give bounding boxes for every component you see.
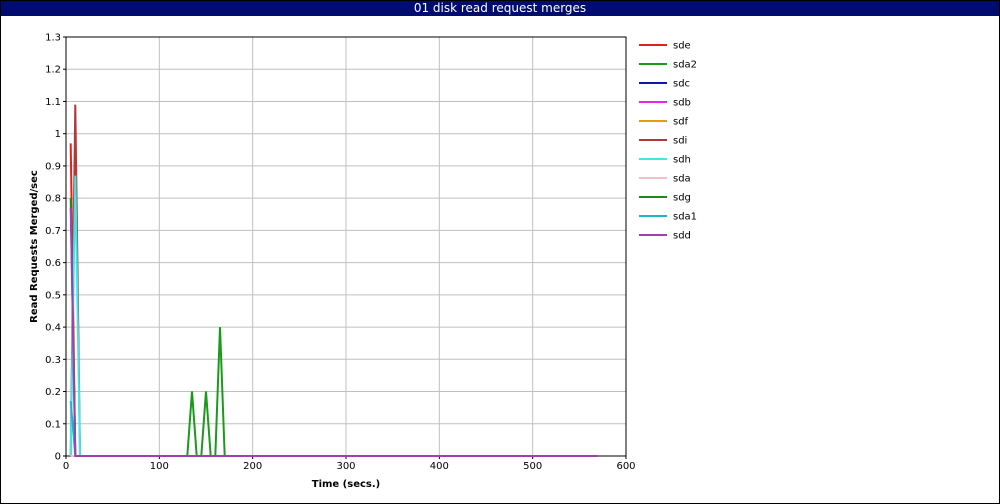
legend-label-sdg: sdg xyxy=(673,193,691,204)
y-tick-label: 0.8 xyxy=(45,194,61,205)
y-tick-label: 0.7 xyxy=(45,226,61,237)
chart-window: 01 disk read request merges 0 100 200 300 40… xyxy=(0,0,1000,504)
y-tick-label: 1 xyxy=(55,129,61,140)
x-tick-label: 400 xyxy=(430,461,449,472)
y-tick-label: 0 xyxy=(55,452,61,463)
y-tick-label: 0.9 xyxy=(45,161,61,172)
legend-label-sdd: sdd xyxy=(673,231,691,242)
y-tick-label: 0.5 xyxy=(45,290,61,301)
y-tick-label: 1.1 xyxy=(45,97,61,108)
legend-label-sdi: sdi xyxy=(673,136,687,147)
y-tick-label: 1.2 xyxy=(45,65,61,76)
x-tick-label: 300 xyxy=(336,461,355,472)
legend-label-sda1: sda1 xyxy=(673,212,697,223)
x-tick-label: 200 xyxy=(243,461,262,472)
legend-label-sdb: sdb xyxy=(673,98,691,109)
x-axis-label: Time (secs.) xyxy=(312,479,381,490)
chart-plot: 0 100 200 300 400 500 600 0 0.1 0.2 0.3 0.4 0.5 0.6 0.… xyxy=(29,33,697,491)
legend-label-sdc: sdc xyxy=(673,79,690,90)
y-tick-label: 0.2 xyxy=(45,387,61,398)
y-axis-label: Read Requests Merged/sec xyxy=(29,170,40,323)
legend-label-sdf: sdf xyxy=(673,117,689,128)
y-tick-label: 1.3 xyxy=(45,33,61,44)
x-tick-label: 100 xyxy=(150,461,169,472)
legend-label-sda2: sda2 xyxy=(673,60,697,71)
y-tick-label: 0.1 xyxy=(45,419,61,430)
y-tick-label: 0.4 xyxy=(45,323,61,334)
legend-label-sdh: sdh xyxy=(673,155,691,166)
y-tick-label: 0.3 xyxy=(45,355,61,366)
x-tick-label: 0 xyxy=(63,461,69,472)
legend-label-sde: sde xyxy=(673,41,691,52)
legend-label-sda: sda xyxy=(673,174,691,185)
y-tick-label: 0.6 xyxy=(45,258,61,269)
x-tick-label: 500 xyxy=(523,461,542,472)
x-tick-label: 600 xyxy=(616,461,635,472)
